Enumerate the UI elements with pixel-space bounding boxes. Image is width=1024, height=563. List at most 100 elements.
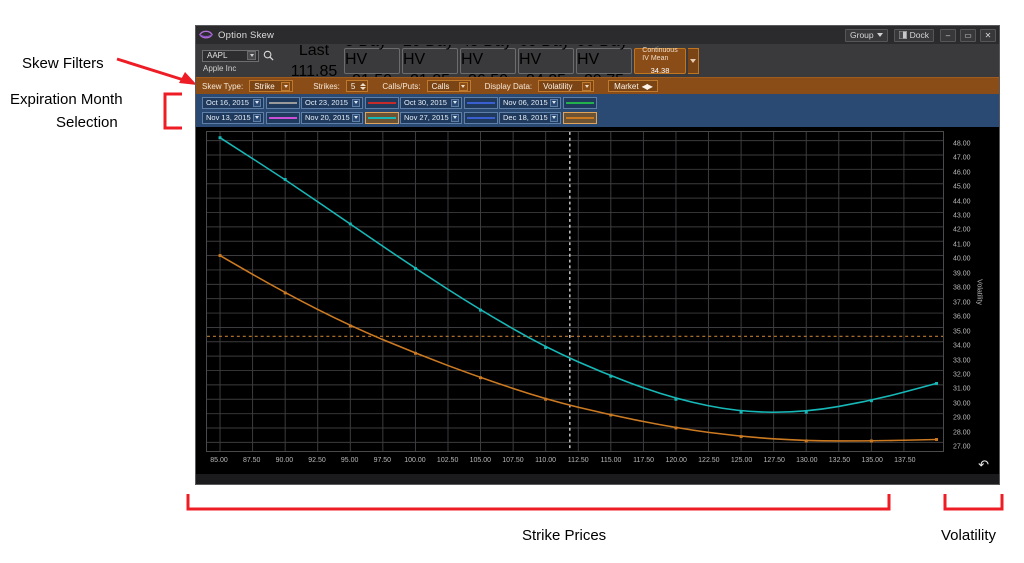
- minimize-button[interactable]: –: [940, 28, 956, 42]
- y-axis-tick: 36.00: [953, 313, 971, 321]
- search-icon[interactable]: [263, 50, 274, 61]
- group-button[interactable]: Group: [845, 28, 888, 42]
- company-name: Apple Inc: [203, 63, 237, 73]
- expiration-select-4[interactable]: Nov 13, 2015: [202, 111, 264, 124]
- annotation-bracket-expiration: [163, 92, 182, 130]
- dock-button[interactable]: Dock: [893, 28, 934, 42]
- expiration-item-1[interactable]: Oct 23, 2015: [301, 96, 400, 109]
- chevron-down-icon[interactable]: [352, 98, 360, 107]
- x-axis-tick: 105.00: [469, 457, 492, 464]
- stat-90-day-hv[interactable]: 90 Day HV 29.75: [576, 33, 632, 89]
- y-axis: Volatility 48.00 47.00 46.00 45.00 44.00 43.0…: [945, 131, 993, 452]
- expiration-item-5[interactable]: Nov 20, 2015: [301, 111, 400, 124]
- display-data-select[interactable]: Volatility: [538, 80, 595, 92]
- chevron-down-icon[interactable]: [352, 113, 360, 122]
- x-axis-tick: 135.00: [861, 457, 883, 464]
- continuous-iv-mean-group[interactable]: Continuous IV Mean 34.38: [634, 46, 699, 75]
- expiration-date-2: Oct 30, 2015: [404, 98, 447, 107]
- y-axis-tick: 42.00: [953, 226, 971, 234]
- chevron-down-icon[interactable]: [451, 98, 459, 107]
- maximize-button[interactable]: ▭: [960, 28, 976, 42]
- reset-zoom-icon[interactable]: ↶: [978, 458, 989, 471]
- continuous-iv-mean[interactable]: Continuous IV Mean 34.38: [634, 46, 686, 75]
- page-root: Skew Filters Expiration Month Selection …: [0, 0, 1024, 563]
- expiration-color-swatch-7[interactable]: [563, 111, 597, 124]
- display-data-value: Volatility: [543, 81, 573, 91]
- stat-45-day-hv[interactable]: 45 Day HV 36.50: [460, 33, 516, 89]
- x-axis-tick: 102.50: [436, 457, 459, 464]
- symbol-input[interactable]: AAPL: [202, 49, 259, 62]
- expiration-item-6[interactable]: Nov 27, 2015: [400, 111, 499, 124]
- close-button[interactable]: ✕: [980, 28, 996, 42]
- stat-60-day-hv[interactable]: 60 Day HV 34.25: [518, 33, 574, 89]
- expiration-item-0[interactable]: Oct 16, 2015: [202, 96, 301, 109]
- y-axis-tick: 39.00: [953, 270, 971, 278]
- market-button[interactable]: Market ◀▶: [608, 80, 658, 92]
- chevron-down-icon[interactable]: [458, 81, 468, 91]
- skew-type-select[interactable]: Strike: [249, 80, 294, 92]
- chevron-down-icon[interactable]: [253, 98, 261, 107]
- annotation-skew-filters: Skew Filters: [22, 55, 104, 72]
- annotation-bracket-volatility: [943, 494, 1004, 511]
- stepper-arrows-icon[interactable]: [360, 82, 367, 90]
- expiration-select-1[interactable]: Oct 23, 2015: [301, 96, 363, 109]
- chevron-down-icon[interactable]: [550, 113, 558, 122]
- display-data-label: Display Data:: [484, 81, 533, 91]
- strikes-label: Strikes:: [313, 81, 340, 91]
- y-axis-title: Volatility: [975, 278, 983, 305]
- x-axis-tick: 107.50: [502, 457, 524, 464]
- x-axis-tick: 92.50: [308, 457, 326, 464]
- symbol-block: AAPL Apple Inc: [202, 49, 286, 73]
- window-titlebar[interactable]: Option Skew Group Dock – ▭ ✕: [196, 26, 999, 45]
- expiration-select-6[interactable]: Nov 27, 2015: [400, 111, 462, 124]
- expiration-color-swatch-5[interactable]: [365, 111, 399, 124]
- chevron-down-icon[interactable]: [281, 81, 291, 91]
- chevron-down-icon[interactable]: [247, 51, 256, 60]
- strikes-stepper[interactable]: 5: [345, 80, 369, 92]
- expiration-color-swatch-1[interactable]: [365, 96, 399, 109]
- x-axis-tick: 125.00: [730, 457, 753, 464]
- expiration-color-swatch-3[interactable]: [563, 96, 597, 109]
- stat-20-day-hv[interactable]: 20 Day HV 21.25: [402, 33, 458, 89]
- x-axis-tick: 117.50: [633, 457, 655, 464]
- chevron-down-icon[interactable]: [253, 113, 261, 122]
- expiration-select-0[interactable]: Oct 16, 2015: [202, 96, 264, 109]
- stat-5-day-hv[interactable]: 5 Day HV 21.50: [344, 33, 400, 89]
- strikes-value: 5: [350, 81, 356, 91]
- skew-chart-area[interactable]: Volatility 48.00 47.00 46.00 45.00 44.00 43.0…: [196, 127, 999, 474]
- expiration-color-swatch-2[interactable]: [464, 96, 498, 109]
- window-bottom-strip: [196, 474, 999, 484]
- expiration-select-3[interactable]: Nov 06, 2015: [499, 96, 561, 109]
- chevron-down-icon[interactable]: [550, 98, 558, 107]
- y-axis-tick: 33.00: [953, 357, 971, 365]
- y-axis-tick: 47.00: [953, 154, 971, 162]
- expiration-select-2[interactable]: Oct 30, 2015: [400, 96, 462, 109]
- y-axis-tick: 37.00: [953, 299, 971, 307]
- expiration-item-3[interactable]: Nov 06, 2015: [499, 96, 598, 109]
- calls-puts-select[interactable]: Calls: [426, 80, 471, 92]
- expiration-item-4[interactable]: Nov 13, 2015: [202, 111, 301, 124]
- iv-mean-label-line1: Continuous: [642, 46, 678, 54]
- y-axis-tick: 31.00: [953, 385, 971, 393]
- x-axis-tick: 115.00: [600, 457, 622, 464]
- chevron-down-icon[interactable]: [451, 113, 459, 122]
- expiration-color-swatch-0[interactable]: [266, 96, 300, 109]
- chevron-down-icon[interactable]: [582, 81, 592, 91]
- x-axis-tick: 132.50: [828, 457, 851, 464]
- dock-icon: [898, 31, 907, 39]
- y-axis-tick: 38.00: [953, 284, 971, 292]
- expiration-item-7[interactable]: Dec 18, 2015: [499, 111, 598, 124]
- expiration-color-swatch-6[interactable]: [464, 111, 498, 124]
- expiration-select-7[interactable]: Dec 18, 2015: [499, 111, 561, 124]
- expiration-date-7: Dec 18, 2015: [503, 113, 548, 122]
- expiration-date-6: Nov 27, 2015: [404, 113, 449, 122]
- market-toggle-icon: ◀▶: [641, 81, 653, 91]
- iv-mean-dropdown-button[interactable]: [688, 48, 699, 74]
- expiration-color-swatch-4[interactable]: [266, 111, 300, 124]
- expiration-select-5[interactable]: Nov 20, 2015: [301, 111, 363, 124]
- expiration-item-2[interactable]: Oct 30, 2015: [400, 96, 499, 109]
- x-axis-tick: 110.00: [535, 457, 557, 464]
- y-axis-tick: 41.00: [953, 241, 971, 249]
- chart-plot[interactable]: [206, 131, 944, 452]
- y-axis-tick: 29.00: [953, 414, 971, 422]
